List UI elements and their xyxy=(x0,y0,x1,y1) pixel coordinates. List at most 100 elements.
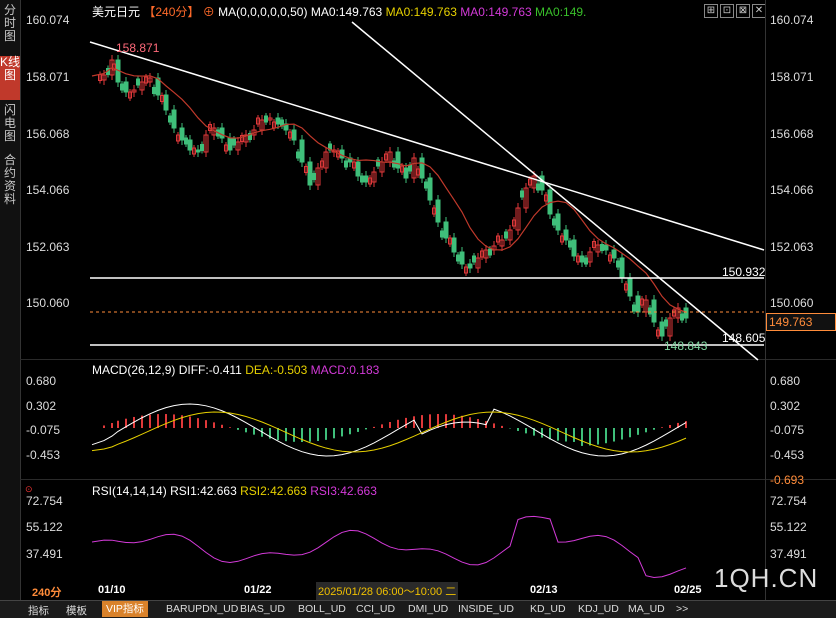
toolbar-more-button[interactable]: >> xyxy=(676,603,688,615)
rsi-title: RSI(14,14,14) xyxy=(92,484,167,498)
candle-body xyxy=(123,81,129,93)
y-tick-right: 160.074 xyxy=(770,13,814,27)
rsi-legend: RSI(14,14,14) RSI1:42.663 RSI2:42.663 RS… xyxy=(92,484,377,498)
macd-dea: DEA:-0.503 xyxy=(245,363,308,377)
candle-body xyxy=(344,160,348,168)
y-tick-right: 152.063 xyxy=(770,240,814,254)
candle-body xyxy=(296,151,300,159)
watermark-logo: 1QH.CN xyxy=(714,563,819,593)
period-indicator[interactable]: 240分 xyxy=(32,584,61,600)
candle-body xyxy=(424,181,428,189)
macd-y-tick: -0.453 xyxy=(26,448,61,462)
toolbar-item[interactable]: BOLL_UD xyxy=(298,603,346,615)
candle-body xyxy=(627,277,633,297)
candle-body xyxy=(184,137,188,145)
candle-body xyxy=(427,177,433,201)
support-line-label: 148.605 xyxy=(722,331,766,345)
macd-y-tick: -0.075 xyxy=(770,423,805,437)
candle-body xyxy=(187,139,193,151)
candle-body xyxy=(392,160,396,168)
candle-body xyxy=(179,127,185,141)
candle-body xyxy=(312,173,316,180)
candle-body xyxy=(579,255,585,263)
y-tick-right: 158.071 xyxy=(770,70,814,84)
rsi-y-tick: 72.754 xyxy=(770,494,807,508)
support-line-label: 150.932 xyxy=(722,265,766,279)
candle-body xyxy=(520,190,524,198)
toolbar-item[interactable]: KD_UD xyxy=(530,603,566,615)
macd-y-tick: 0.680 xyxy=(770,374,801,388)
candle-body xyxy=(616,260,620,268)
macd-legend: MACD(26,12,9) DIFF:-0.411 DEA:-0.503 MAC… xyxy=(92,363,379,377)
candle-body xyxy=(136,78,140,86)
toolbar-item[interactable]: BARUPDN_UD xyxy=(166,603,238,615)
macd-diff: DIFF:-0.411 xyxy=(178,363,242,377)
y-tick-right: 156.068 xyxy=(770,127,814,141)
macd-dea-line xyxy=(91,411,687,453)
candle-body xyxy=(459,251,465,265)
candle-body xyxy=(488,248,492,256)
candle-body xyxy=(632,304,636,312)
candle-body xyxy=(195,149,201,153)
macd-title: MACD(26,12,9) xyxy=(92,363,176,377)
candle-body xyxy=(152,87,156,94)
x-date-label: 02/25 xyxy=(674,584,702,596)
toolbar-item[interactable]: DMI_UD xyxy=(408,603,448,615)
candle-body xyxy=(603,244,609,251)
candle-body xyxy=(659,321,665,337)
toolbar-item[interactable]: KDJ_UD xyxy=(578,603,619,615)
macd-y-tick: -0.453 xyxy=(770,448,805,462)
candle-body xyxy=(232,138,236,146)
y-tick-left: 160.074 xyxy=(26,13,70,27)
candle-body xyxy=(355,161,361,177)
rsi-y-tick: 55.122 xyxy=(26,520,63,534)
macd-y-tick: -0.075 xyxy=(26,423,61,437)
toolbar-templates[interactable]: 模板 xyxy=(66,603,87,618)
rsi-y-tick: 72.754 xyxy=(26,494,63,508)
candle-body xyxy=(395,151,401,169)
candle-body xyxy=(648,307,652,315)
low-price-label: 148.843 xyxy=(664,339,708,353)
toolbar-item[interactable]: BIAS_UD xyxy=(240,603,285,615)
candlestick-chart[interactable] xyxy=(0,0,836,600)
candle-body xyxy=(275,117,281,125)
candle-body xyxy=(443,221,449,239)
rsi-y-tick: 55.122 xyxy=(770,520,807,534)
candle-body xyxy=(451,237,457,253)
candle-body xyxy=(360,175,364,183)
toolbar-item[interactable]: INSIDE_UD xyxy=(458,603,514,615)
candle-body xyxy=(456,254,460,262)
candle-body xyxy=(467,263,473,269)
candle-body xyxy=(403,167,409,179)
candle-body xyxy=(440,230,444,238)
y-tick-left: 154.066 xyxy=(26,183,70,197)
macd-y-tick: 0.680 xyxy=(26,374,57,388)
y-tick-left: 150.060 xyxy=(26,296,70,310)
candle-body xyxy=(651,299,657,323)
toolbar-indicators[interactable]: 指标 xyxy=(28,603,49,618)
candle-body xyxy=(555,213,561,231)
candle-body xyxy=(291,129,297,141)
candle-body xyxy=(568,240,572,248)
candle-body xyxy=(435,199,441,223)
candle-body xyxy=(664,319,668,327)
candle-body xyxy=(299,139,305,163)
rsi-y-tick: 37.491 xyxy=(26,547,63,561)
candle-body xyxy=(307,161,313,186)
candle-body xyxy=(600,244,604,251)
candle-body xyxy=(680,313,684,321)
candle-body xyxy=(536,183,540,191)
y-tick-left: 158.071 xyxy=(26,70,70,84)
candle-body xyxy=(419,157,425,179)
high-price-label: 158.871 xyxy=(116,41,160,55)
y-tick-right: 154.066 xyxy=(770,183,814,197)
x-date-label: 01/10 xyxy=(98,584,126,596)
toolbar-item[interactable]: MA_UD xyxy=(628,603,665,615)
macd-current: -0.693 xyxy=(770,473,805,487)
candle-body xyxy=(163,94,169,111)
candle-body xyxy=(363,175,369,183)
toolbar-vip-indicators[interactable]: VIP指标 xyxy=(102,601,148,617)
toolbar-item[interactable]: CCI_UD xyxy=(356,603,395,615)
macd-y-tick: 0.302 xyxy=(26,399,57,413)
candle-body xyxy=(504,231,508,239)
